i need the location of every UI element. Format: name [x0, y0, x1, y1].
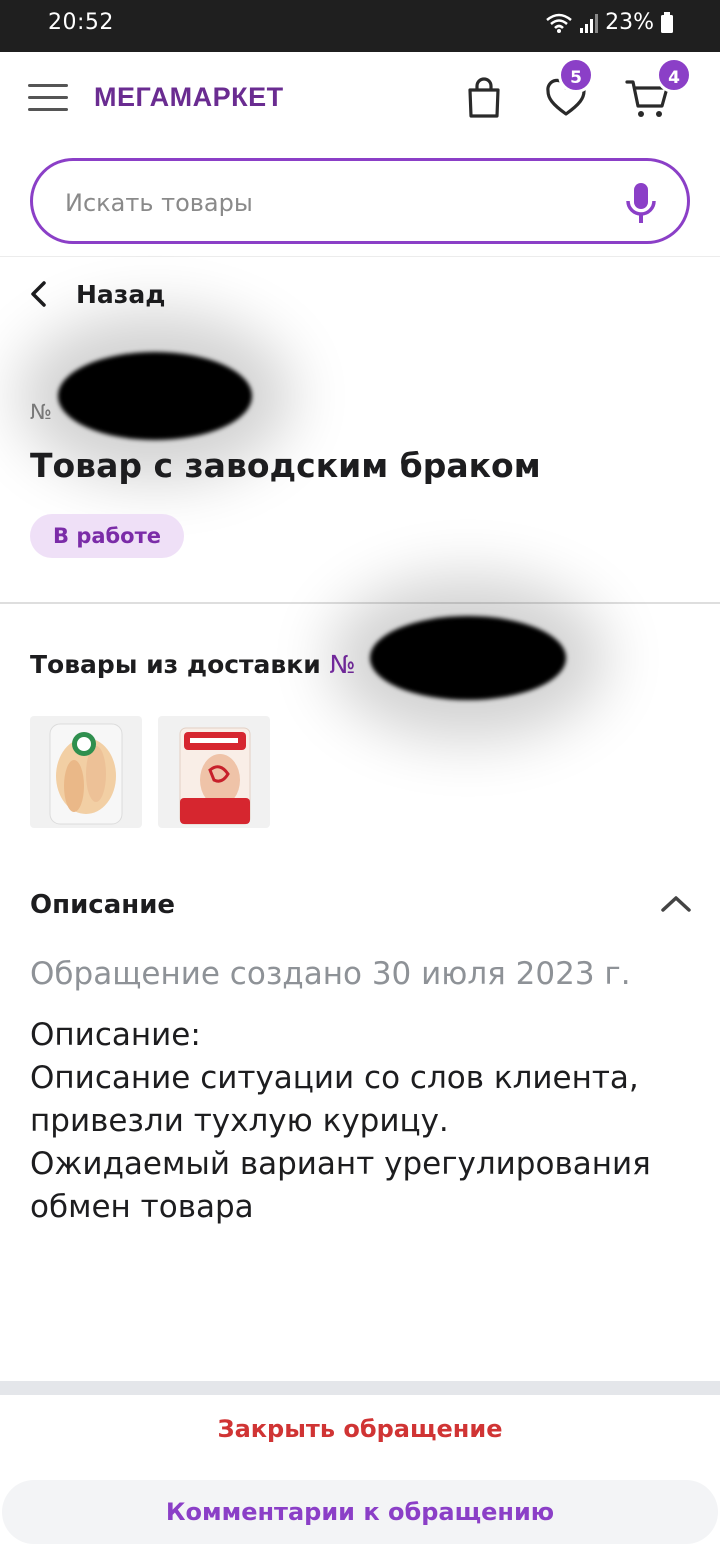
close-ticket-button[interactable]: Закрыть обращение [0, 1398, 720, 1460]
search-bar[interactable] [30, 158, 690, 244]
blagoyar-pack-image [179, 727, 251, 825]
chevron-up-icon[interactable] [660, 892, 692, 916]
description-line: Ожидаемый вариант урегулирования [30, 1146, 651, 1182]
bag-button[interactable] [460, 74, 508, 122]
products-title-label: Товары из доставки [30, 650, 321, 679]
section-divider [0, 602, 720, 604]
wifi-icon [546, 13, 572, 33]
ticket-title: Товар с заводским браком [30, 446, 541, 485]
megamarket-logo[interactable]: МЕГАМАРКЕТ [94, 82, 284, 113]
delivery-number-prefix[interactable]: № [329, 650, 355, 679]
status-icons: 23% [545, 10, 674, 35]
app-header: МЕГАМАРКЕТ 5 4 [0, 52, 720, 144]
products-title: Товары из доставки № [30, 650, 355, 679]
description-line: обмен товара [30, 1189, 254, 1225]
redacted-delivery-number [370, 616, 566, 700]
battery-icon [661, 11, 673, 33]
bottom-separator [0, 1381, 720, 1395]
status-badge: В работе [30, 514, 185, 558]
redacted-ticket-number [58, 352, 252, 440]
description-line: привезли тухлую курицу. [30, 1103, 449, 1139]
header-divider [0, 256, 720, 257]
cart-button[interactable]: 4 [624, 57, 692, 122]
product-thumbnail-1[interactable] [30, 716, 142, 828]
chevron-left-icon [31, 281, 46, 307]
created-date: Обращение создано 30 июля 2023 г. [30, 956, 631, 992]
description-line: Описание: [30, 1017, 201, 1053]
product-thumbnail-2[interactable] [158, 716, 270, 828]
chicken-pack-image [49, 723, 123, 825]
description-line: Описание ситуации со слов клиента, [30, 1060, 639, 1096]
status-bar: 20:52 23% [0, 0, 720, 52]
comments-button[interactable]: Комментарии к обращению [2, 1480, 718, 1544]
description-body: Описание: Описание ситуации со слов клие… [30, 1014, 700, 1229]
favorites-button[interactable]: 5 [542, 57, 594, 122]
description-header: Описание [30, 890, 176, 920]
favorites-count-badge: 5 [558, 57, 594, 93]
microphone-icon[interactable] [621, 181, 661, 225]
ticket-number-prefix: № [30, 400, 52, 424]
back-label: Назад [76, 279, 166, 309]
shopping-bag-icon [468, 77, 500, 118]
status-time: 20:52 [48, 10, 114, 35]
back-button[interactable]: Назад [28, 274, 165, 314]
search-input[interactable] [65, 183, 585, 223]
signal-icon [580, 13, 599, 33]
cart-count-badge: 4 [656, 57, 692, 93]
battery-percent: 23% [605, 10, 654, 35]
hamburger-menu-icon[interactable] [28, 84, 68, 112]
